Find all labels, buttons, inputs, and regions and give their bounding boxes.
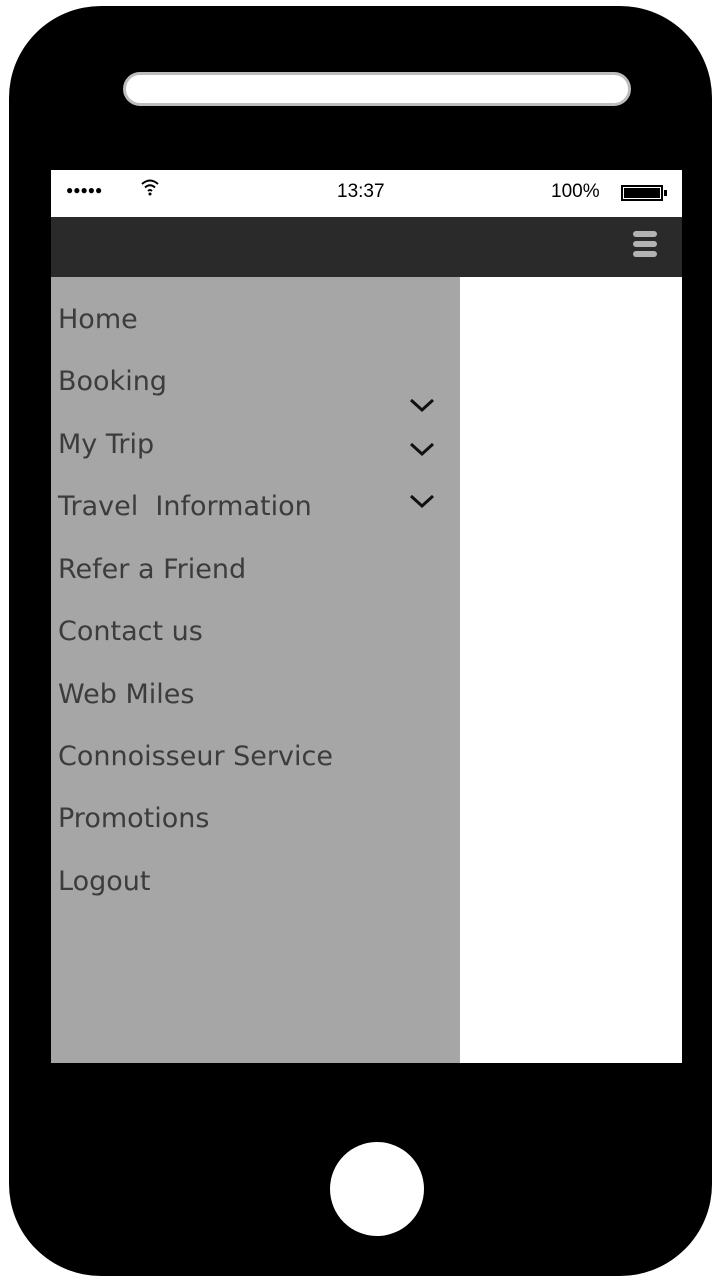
battery-tip: [664, 190, 667, 196]
menu-item-booking[interactable]: Booking: [58, 362, 167, 402]
app-header: [51, 217, 682, 277]
menu-item-logout[interactable]: Logout: [58, 862, 150, 902]
menu-item-contact-us[interactable]: Contact us: [58, 612, 203, 652]
battery-percent: 100%: [551, 181, 600, 202]
battery-icon: [621, 185, 663, 201]
menu-item-travel-information[interactable]: Travel Information: [58, 487, 312, 527]
menu-item-home[interactable]: Home: [58, 300, 138, 340]
phone-screen: ●●●●● 13:37 100% Home Booking My Trip Tr…: [51, 170, 682, 1063]
status-bar: ●●●●● 13:37 100%: [51, 170, 682, 217]
hamburger-icon[interactable]: [633, 231, 657, 261]
status-time: 13:37: [337, 181, 385, 202]
signal-strength: ●●●●●: [66, 183, 103, 197]
speaker-grille: [123, 72, 631, 106]
chevron-down-icon[interactable]: [409, 441, 435, 457]
menu-item-promotions[interactable]: Promotions: [58, 799, 209, 839]
menu-item-refer-a-friend[interactable]: Refer a Friend: [58, 550, 246, 590]
navigation-drawer: Home Booking My Trip Travel Information …: [51, 277, 460, 1063]
wifi-icon: [141, 178, 159, 202]
menu-item-connoisseur-service[interactable]: Connoisseur Service: [58, 737, 333, 777]
menu-item-web-miles[interactable]: Web Miles: [58, 675, 194, 715]
chevron-down-icon[interactable]: [409, 397, 435, 413]
home-button[interactable]: [330, 1142, 424, 1236]
menu-item-my-trip[interactable]: My Trip: [58, 425, 154, 465]
chevron-down-icon[interactable]: [409, 493, 435, 509]
